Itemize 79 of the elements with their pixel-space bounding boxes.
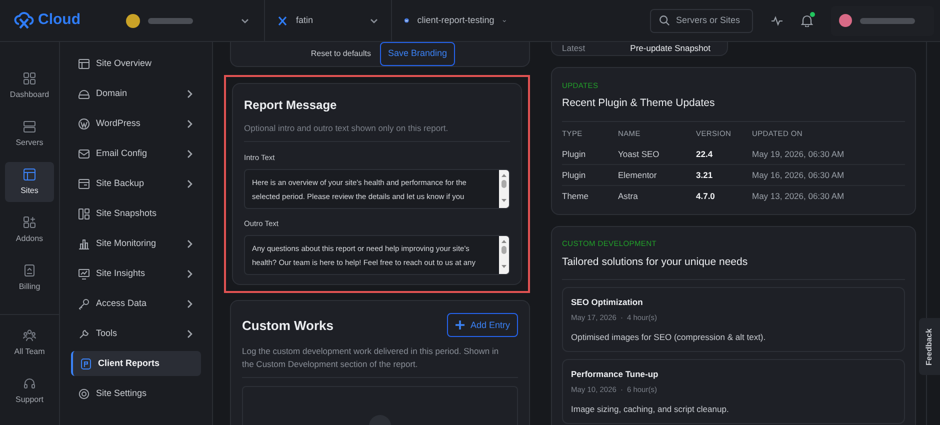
rail-item[interactable]: Sites (5, 162, 54, 202)
site-nav-item[interactable]: Site Insights (71, 261, 201, 286)
notifications-button[interactable] (801, 14, 813, 27)
site-nav-item[interactable]: Site Snapshots (71, 201, 201, 226)
bar-chart-icon (78, 238, 90, 250)
blurred-user-name (860, 18, 915, 24)
table-cell-text: 3.21 (696, 168, 714, 182)
card-subtitle: Optional intro and outro text shown only on this report. (244, 122, 510, 142)
site-nav-item[interactable]: Domain (71, 81, 201, 106)
team-icon (23, 328, 36, 342)
envelope-icon (78, 148, 90, 160)
card-title: Report Message (244, 97, 338, 114)
table-cell-text: 4.7.0 (696, 190, 716, 202)
headset-icon (23, 376, 36, 390)
server-icon (23, 120, 36, 132)
user-avatar (839, 14, 852, 27)
site-nav-item[interactable]: Access Data (71, 291, 201, 316)
site-nav-item[interactable]: Client Reports (71, 351, 201, 376)
blurred-account-name (148, 18, 193, 24)
site-nav-item[interactable]: Tools (71, 321, 201, 346)
plus-icon (455, 320, 466, 330)
table-cell-text: Astra (618, 190, 639, 202)
entry-title: SEO Optimization (571, 296, 644, 309)
entry-description: Optimised images for SEO (compression & alt text). (571, 331, 767, 344)
table-cell-text: Theme (562, 190, 590, 202)
rail-item[interactable]: Dashboard (5, 66, 54, 106)
entry-description: Image sizing, caching, and script cleanup. (571, 403, 730, 416)
snapshots-icon (78, 208, 90, 220)
table-cell-text: Plugin (562, 148, 587, 161)
layout-icon (78, 58, 90, 70)
brand-name: Cloud (38, 10, 80, 30)
rail-item[interactable]: Support (5, 371, 54, 411)
table-cell-text: May 13, 2026, 06:30 AM (752, 190, 846, 202)
monitor-chart-icon (78, 268, 90, 280)
site-nav-item[interactable]: Site Backup (71, 171, 201, 196)
add-entry-button[interactable]: Add Entry (447, 313, 518, 338)
site-nav-item[interactable]: Site Overview (71, 51, 201, 76)
domain-icon (78, 88, 90, 100)
key-icon (78, 298, 90, 310)
table-cell-text: 22.4 (696, 148, 714, 161)
browser-window-icon (23, 168, 36, 180)
search-icon (659, 15, 670, 26)
site-nav-item[interactable]: Site Monitoring (71, 231, 201, 256)
snapshot-value: Pre-update Snapshot (630, 42, 710, 55)
grid-icon (23, 72, 36, 84)
account-avatar (126, 14, 140, 28)
site-nav-item[interactable]: Site Settings (71, 381, 201, 406)
table-cell-text: May 16, 2026, 06:30 AM (752, 168, 846, 182)
site-nav-item[interactable]: Email Config (71, 141, 201, 166)
rail-item[interactable]: All Team (5, 323, 54, 363)
card-title: Tailored solutions for your unique needs (562, 254, 905, 280)
wordpress-icon (78, 118, 90, 130)
entry-title: Performance Tune-up (571, 368, 660, 381)
reset-defaults-link[interactable]: Reset to defaults (310, 48, 371, 60)
site-nav-item[interactable]: WordPress (71, 111, 201, 136)
rail-item[interactable]: Addons (5, 210, 54, 250)
table-cell-text: Plugin (562, 168, 587, 182)
save-branding-button[interactable]: Save Branding (380, 42, 455, 66)
scrollbar-drawing (499, 236, 509, 274)
table-cell-text: May 19, 2026, 06:30 AM (752, 148, 846, 161)
backup-icon (78, 178, 90, 190)
card-description: Log the custom development work delivered in this period. Shown in the Custom Development section of the report. (242, 345, 518, 378)
bell-icon (801, 14, 813, 27)
table-cell-text: Yoast SEO (618, 148, 660, 161)
wrench-icon (78, 328, 90, 340)
rail-item[interactable]: Billing (5, 258, 54, 298)
gear-icon (78, 388, 90, 400)
cloud-logo-icon (14, 12, 34, 29)
search-field[interactable]: Servers or Sites (650, 8, 753, 32)
card-title: Custom Works (242, 316, 334, 334)
table-cell-text: Elementor (618, 168, 658, 182)
feedback-tab[interactable]: Feedback (919, 318, 940, 375)
rail-item[interactable]: Servers (5, 114, 54, 154)
activity-icon[interactable] (771, 14, 783, 26)
scrollbar-drawing (499, 170, 509, 208)
snapshot-label: Latest (562, 42, 586, 55)
card-title: Recent Plugin & Theme Updates (562, 96, 905, 122)
invoice-icon (23, 264, 36, 276)
addons-icon (23, 216, 36, 228)
